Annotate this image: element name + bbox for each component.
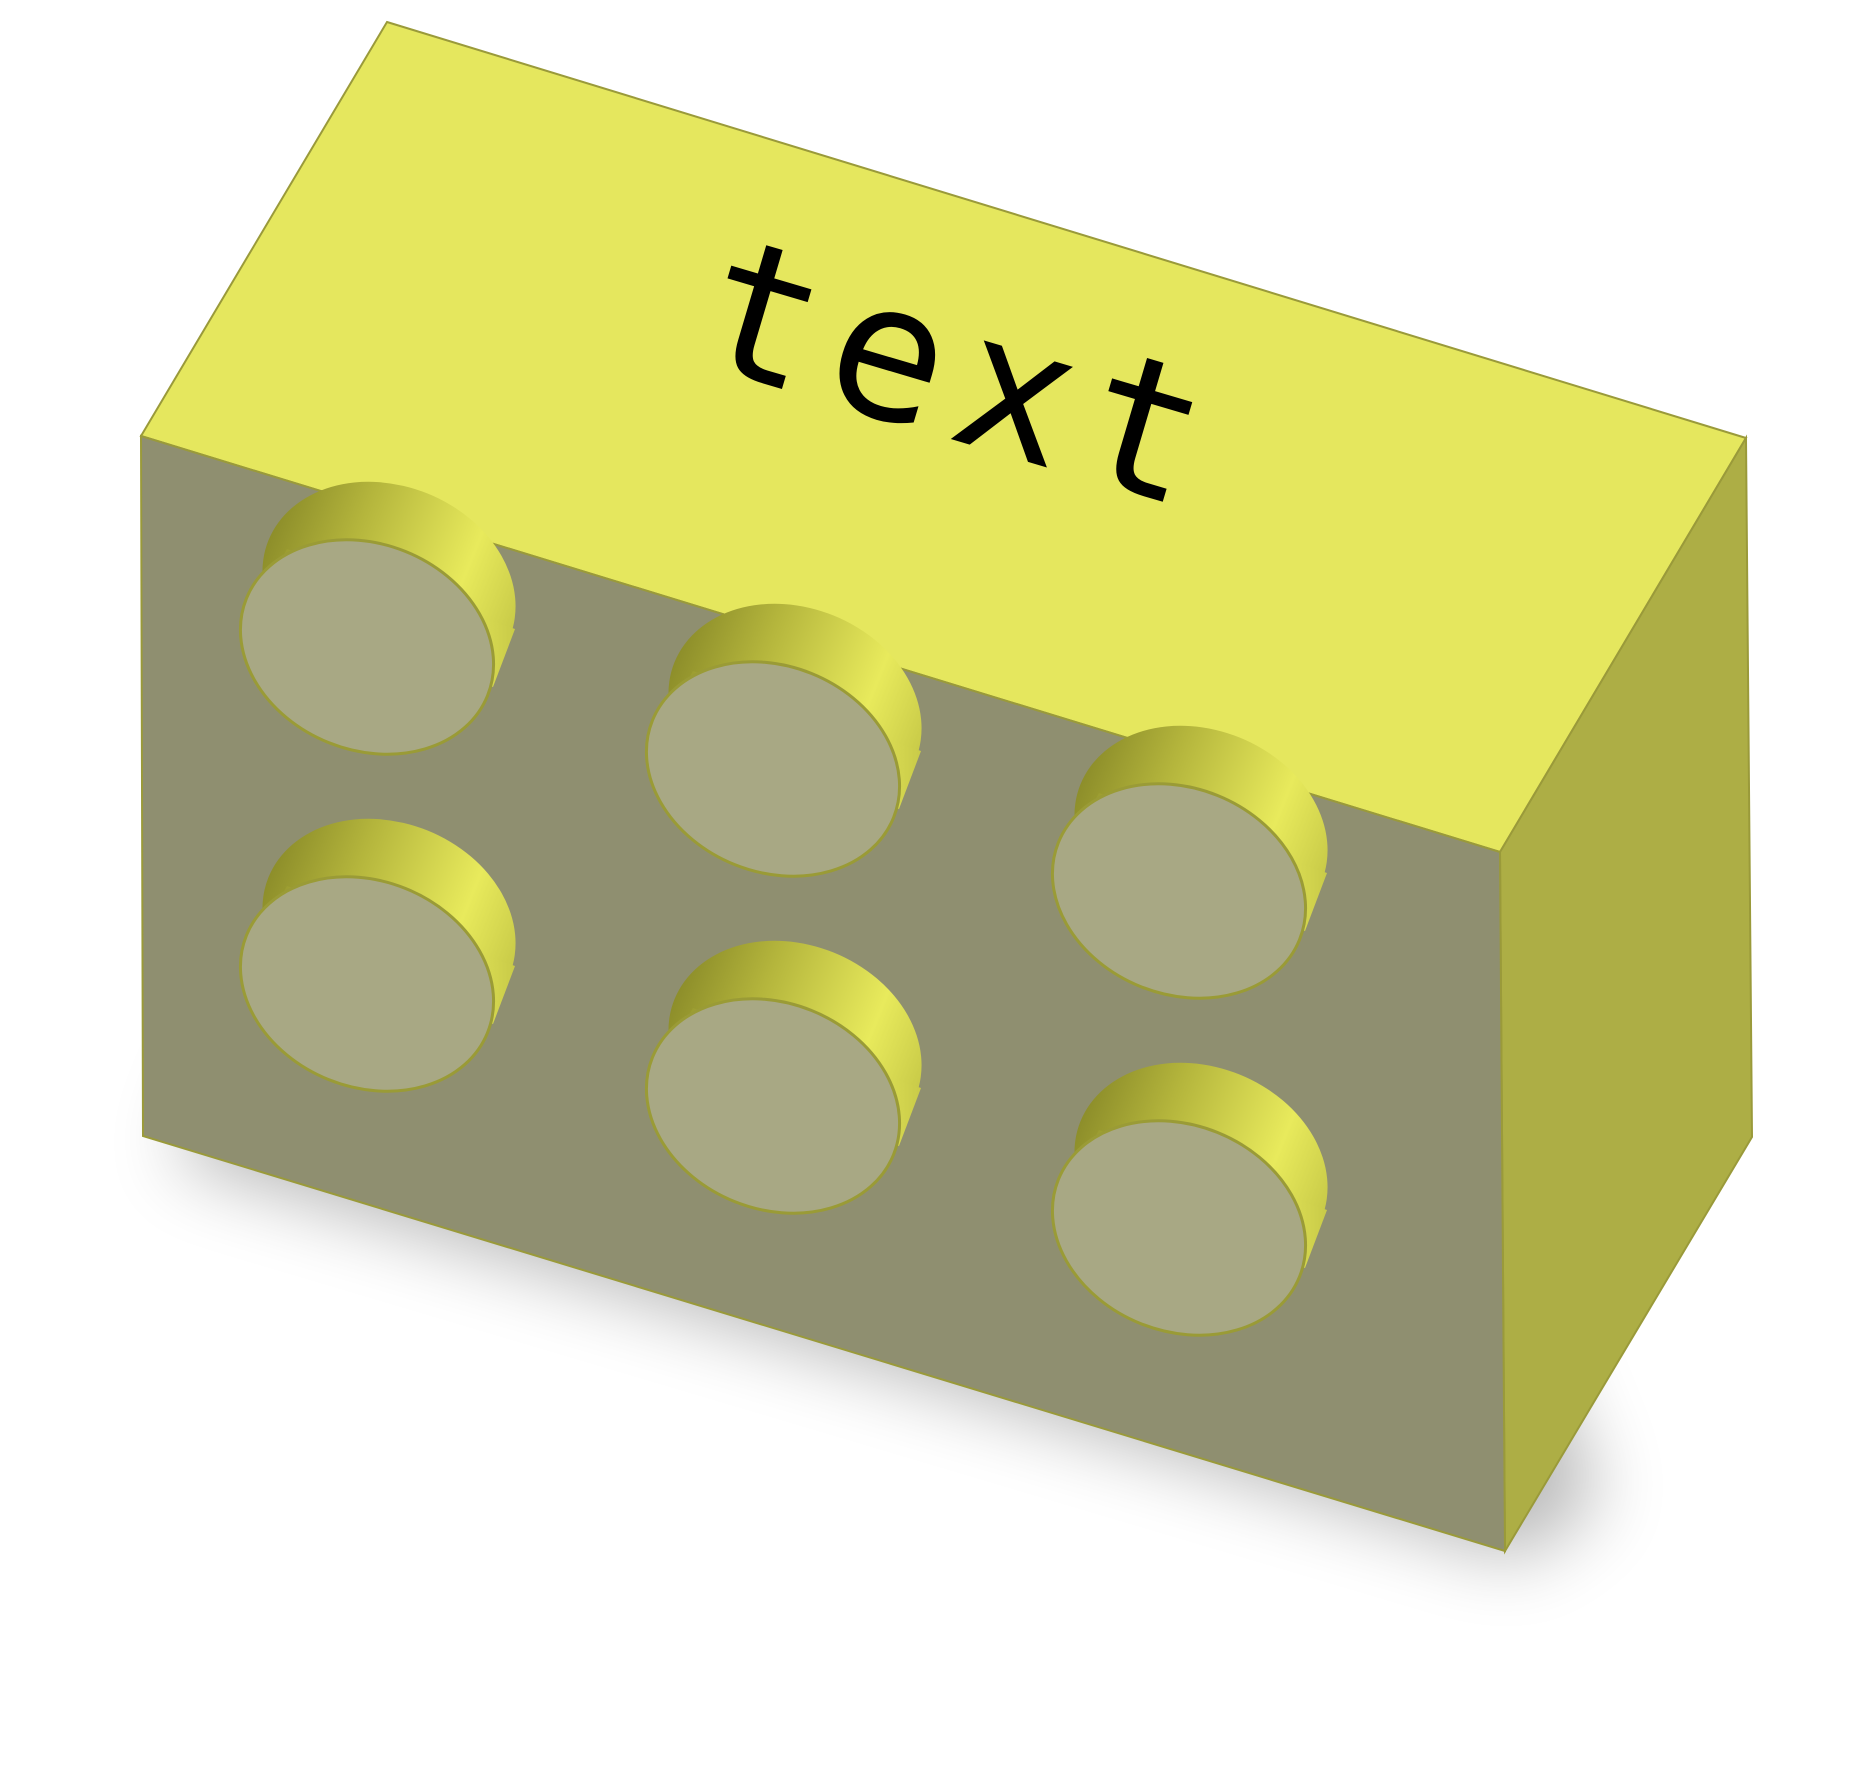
- brick-illustration: text: [139, 20, 1754, 1560]
